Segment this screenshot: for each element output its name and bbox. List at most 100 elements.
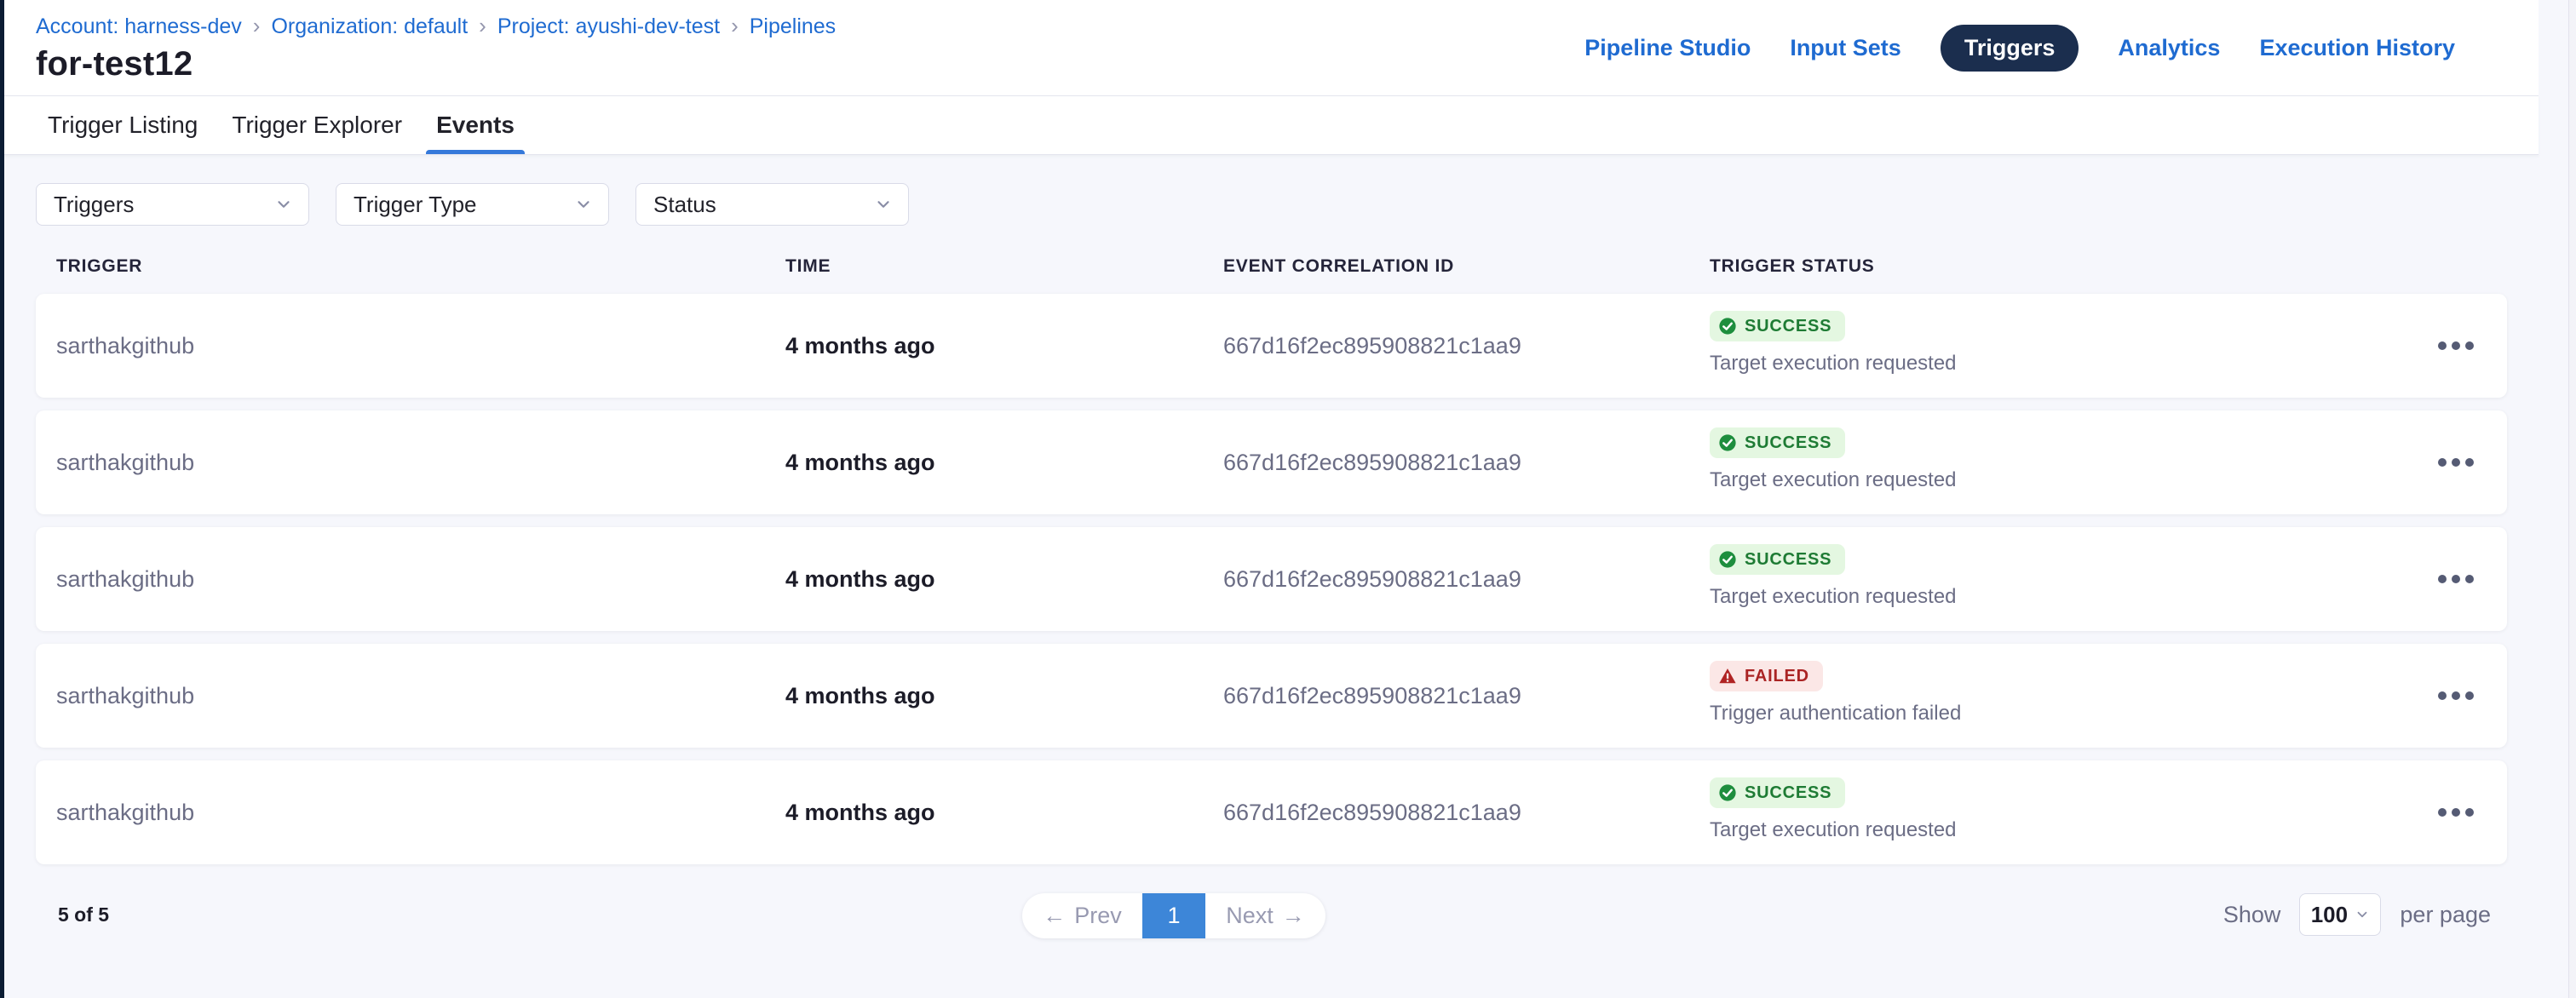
nav-link-execution-history[interactable]: Execution History — [2259, 35, 2455, 61]
chevron-down-icon — [874, 195, 893, 214]
status-badge: FAILED — [1710, 661, 1823, 691]
page-number-button[interactable]: 1 — [1142, 893, 1205, 938]
status-badge: SUCCESS — [1710, 544, 1845, 575]
status-message: Target execution requested — [1710, 468, 2405, 492]
breadcrumb-link-pipelines[interactable]: Pipelines — [750, 14, 836, 39]
page-size-select[interactable]: 100 — [2299, 893, 2381, 936]
filter-bar: Triggers Trigger Type Status — [36, 183, 2576, 226]
check-circle-icon — [1718, 550, 1737, 569]
chevron-down-icon — [574, 195, 593, 214]
row-menu — [2405, 566, 2507, 592]
prev-label: Prev — [1074, 903, 1122, 929]
event-time: 4 months ago — [785, 333, 1223, 359]
trigger-name: sarthakgithub — [56, 333, 785, 359]
row-menu — [2405, 333, 2507, 358]
table-row[interactable]: sarthakgithub 4 months ago 667d16f2ec895… — [36, 527, 2507, 631]
tab-label: Trigger Listing — [48, 112, 198, 139]
row-menu — [2405, 683, 2507, 708]
show-label: Show — [2223, 902, 2281, 928]
active-tab-indicator — [426, 150, 525, 154]
tab-trigger-explorer[interactable]: Trigger Explorer — [221, 96, 412, 154]
tab-label: Trigger Explorer — [232, 112, 402, 139]
row-menu-button[interactable] — [2429, 333, 2482, 358]
filter-label: Status — [653, 192, 716, 218]
events-table-body: sarthakgithub 4 months ago 667d16f2ec895… — [0, 294, 2576, 864]
arrow-left-icon: ← — [1043, 903, 1066, 929]
check-circle-icon — [1718, 433, 1737, 452]
trigger-status-cell: SUCCESS Target execution requested — [1710, 527, 2405, 631]
status-label: SUCCESS — [1745, 317, 1831, 336]
table-header: TRIGGER TIME EVENT CORRELATION ID TRIGGE… — [36, 256, 2507, 277]
status-label: SUCCESS — [1745, 550, 1831, 570]
trigger-status-cell: SUCCESS Target execution requested — [1710, 410, 2405, 514]
status-badge: SUCCESS — [1710, 311, 1845, 341]
tab-events[interactable]: Events — [426, 96, 525, 154]
chevron-right-icon: › — [253, 14, 261, 39]
event-time: 4 months ago — [785, 800, 1223, 826]
check-circle-icon — [1718, 317, 1737, 336]
event-correlation-id: 667d16f2ec895908821c1aa9 — [1223, 566, 1710, 593]
nav-link-input-sets[interactable]: Input Sets — [1790, 35, 1901, 61]
nav-link-triggers-active[interactable]: Triggers — [1941, 25, 2079, 72]
next-page-button[interactable]: Next → — [1205, 893, 1325, 938]
page-size-control: Show 100 per page — [2223, 893, 2491, 936]
tab-trigger-listing[interactable]: Trigger Listing — [37, 96, 208, 154]
results-summary: 5 of 5 — [58, 903, 109, 926]
table-row[interactable]: sarthakgithub 4 months ago 667d16f2ec895… — [36, 644, 2507, 748]
page-header: Account: harness-dev › Organization: def… — [0, 0, 2539, 96]
event-time: 4 months ago — [785, 566, 1223, 593]
next-label: Next — [1226, 903, 1274, 929]
table-row[interactable]: sarthakgithub 4 months ago 667d16f2ec895… — [36, 294, 2507, 398]
page-size-value: 100 — [2311, 902, 2348, 928]
row-menu — [2405, 450, 2507, 475]
row-menu-button[interactable] — [2429, 800, 2482, 825]
triggers-filter-select[interactable]: Triggers — [36, 183, 309, 226]
event-time: 4 months ago — [785, 450, 1223, 476]
nav-link-pipeline-studio[interactable]: Pipeline Studio — [1584, 35, 1751, 61]
chevron-right-icon: › — [731, 14, 739, 39]
trigger-status-cell: SUCCESS Target execution requested — [1710, 760, 2405, 864]
collapsed-sidebar-edge — [0, 0, 4, 998]
row-menu-button[interactable] — [2429, 566, 2482, 592]
triggers-events-page: Account: harness-dev › Organization: def… — [0, 0, 2576, 998]
breadcrumb-link-organization[interactable]: Organization: default — [271, 14, 468, 39]
table-row[interactable]: sarthakgithub 4 months ago 667d16f2ec895… — [36, 410, 2507, 514]
nav-link-analytics[interactable]: Analytics — [2118, 35, 2220, 61]
tab-bar: Trigger Listing Trigger Explorer Events — [0, 96, 2539, 155]
table-row[interactable]: sarthakgithub 4 months ago 667d16f2ec895… — [36, 760, 2507, 864]
check-circle-icon — [1718, 783, 1737, 802]
trigger-type-filter-select[interactable]: Trigger Type — [336, 183, 609, 226]
chevron-down-icon — [274, 195, 293, 214]
event-correlation-id: 667d16f2ec895908821c1aa9 — [1223, 800, 1710, 826]
filter-label: Triggers — [54, 192, 134, 218]
module-nav: Pipeline Studio Input Sets Triggers Anal… — [1584, 0, 2455, 96]
chevron-down-icon — [2355, 907, 2370, 922]
warning-triangle-icon — [1718, 667, 1737, 685]
scrollbar-track[interactable] — [2568, 0, 2576, 998]
pager: ← Prev 1 Next → — [1022, 893, 1325, 938]
status-badge: SUCCESS — [1710, 777, 1845, 808]
status-label: SUCCESS — [1745, 433, 1831, 453]
trigger-name: sarthakgithub — [56, 800, 785, 826]
trigger-status-cell: SUCCESS Target execution requested — [1710, 294, 2405, 398]
pagination-bar: 5 of 5 ← Prev 1 Next → Show 100 per page — [0, 892, 2576, 943]
column-header-trigger-status: TRIGGER STATUS — [1710, 256, 2405, 277]
breadcrumb-link-account[interactable]: Account: harness-dev — [36, 14, 242, 39]
chevron-right-icon: › — [479, 14, 486, 39]
arrow-right-icon: → — [1282, 903, 1305, 929]
status-filter-select[interactable]: Status — [635, 183, 909, 226]
prev-page-button[interactable]: ← Prev — [1022, 893, 1142, 938]
row-menu-button[interactable] — [2429, 683, 2482, 708]
trigger-name: sarthakgithub — [56, 566, 785, 593]
column-header-trigger: TRIGGER — [56, 256, 785, 277]
status-message: Target execution requested — [1710, 585, 2405, 609]
trigger-name: sarthakgithub — [56, 683, 785, 709]
status-badge: SUCCESS — [1710, 427, 1845, 458]
breadcrumb-link-project[interactable]: Project: ayushi-dev-test — [497, 14, 720, 39]
column-header-time: TIME — [785, 256, 1223, 277]
tab-label: Events — [436, 112, 515, 139]
trigger-name: sarthakgithub — [56, 450, 785, 476]
status-message: Target execution requested — [1710, 352, 2405, 376]
row-menu-button[interactable] — [2429, 450, 2482, 475]
row-menu — [2405, 800, 2507, 825]
